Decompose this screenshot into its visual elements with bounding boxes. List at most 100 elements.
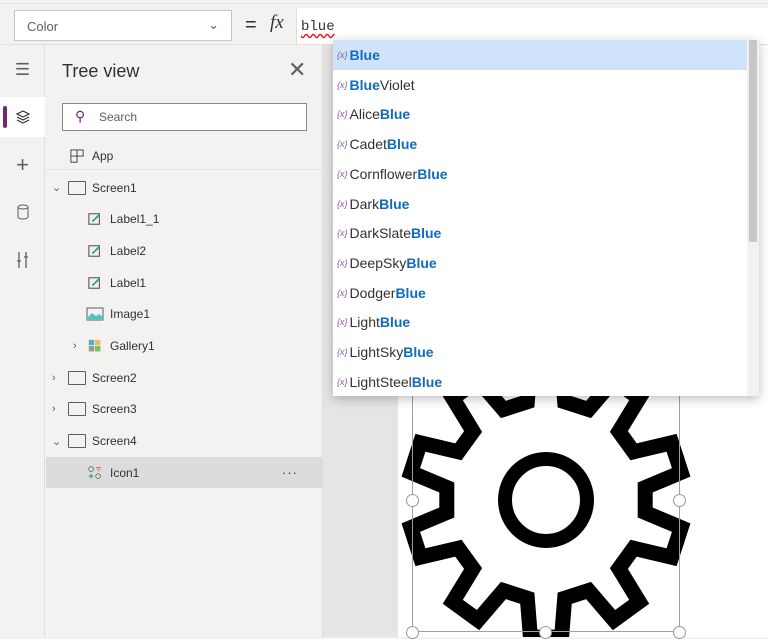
tree-node-label: Screen4 <box>92 434 137 449</box>
variable-icon: {x} <box>337 198 348 209</box>
autocomplete-option[interactable]: {x} Blue Violet <box>333 70 747 100</box>
tree-node-screen2[interactable]: › Screen2 <box>46 362 323 393</box>
chevron-right-icon[interactable]: › <box>52 403 56 415</box>
option-match: Blue <box>417 165 448 182</box>
option-match: Blue <box>410 225 442 242</box>
tree-node-label: Screen3 <box>92 402 137 417</box>
formula-bar: Color ⌄ = fx blue <box>0 4 768 45</box>
variable-icon: {x} <box>337 109 348 120</box>
option-match: Blue <box>379 106 411 123</box>
option-prefix: DarkSlate <box>349 225 411 242</box>
chevron-down-icon: ⌄ <box>208 17 219 32</box>
option-prefix: LightSteel <box>349 373 412 390</box>
database-icon[interactable] <box>0 192 45 232</box>
tools-icon[interactable] <box>0 240 45 280</box>
hamburger-icon[interactable]: ☰ <box>0 50 45 90</box>
tree-node-icon1[interactable]: Icon1 ··· <box>46 457 323 489</box>
variable-icon: {x} <box>337 139 348 150</box>
add-icon[interactable]: + <box>0 145 45 185</box>
tree-node-screen4[interactable]: ⌄ Screen4 <box>46 426 323 457</box>
search-input[interactable]: ⚲ Search <box>62 103 307 131</box>
tree-node-label1_1[interactable]: Label1_1 <box>46 204 323 235</box>
option-prefix: DeepSky <box>349 254 407 271</box>
layers-icon[interactable] <box>0 97 45 137</box>
option-prefix: LightSky <box>349 344 404 360</box>
label-icon <box>88 276 100 289</box>
tree-node-image1[interactable]: Image1 <box>46 299 323 330</box>
option-prefix: Alice <box>349 106 380 123</box>
selection-box[interactable] <box>412 380 680 632</box>
fx-icon[interactable]: fx <box>270 12 284 34</box>
autocomplete-option[interactable]: {x} LightSteel Blue <box>333 367 747 396</box>
variable-icon: {x} <box>337 168 348 179</box>
search-placeholder: Search <box>99 110 138 124</box>
tree-node-screen3[interactable]: › Screen3 <box>46 394 323 425</box>
equals-sign: = <box>245 14 257 36</box>
app-icon <box>70 148 84 163</box>
autocomplete-option[interactable]: {x} Blue <box>333 40 747 70</box>
chevron-right-icon[interactable]: › <box>52 372 56 384</box>
resize-handle[interactable] <box>406 494 419 507</box>
screen-icon <box>68 180 86 195</box>
autocomplete-option[interactable]: {x} DeepSky Blue <box>333 248 747 278</box>
option-prefix: Cadet <box>349 136 387 153</box>
autocomplete-option[interactable]: {x} DarkSlate Blue <box>333 218 747 248</box>
tree-node-gallery1[interactable]: › Gallery1 <box>46 331 323 362</box>
formula-input[interactable]: blue <box>296 8 768 44</box>
formula-text: blue <box>301 19 335 35</box>
option-suffix: Violet <box>379 76 415 93</box>
resize-handle[interactable] <box>539 626 552 639</box>
variable-icon: {x} <box>337 347 348 357</box>
option-match: Blue <box>395 284 426 301</box>
tree-view-panel: Tree view ✕ ⚲ Search App ⌄ Screen1 Label1_1 L… <box>46 45 323 637</box>
autocomplete-option[interactable]: {x} Dodger Blue <box>333 278 747 308</box>
tree-node-label: App <box>92 148 114 163</box>
tree-view-title: Tree view <box>62 61 140 81</box>
variable-icon: {x} <box>337 257 348 268</box>
option-match: Blue <box>349 76 380 93</box>
tree-node-label1[interactable]: Label1 <box>46 267 323 298</box>
autocomplete-option[interactable]: {x} LightSky Blue <box>333 337 747 367</box>
left-rail: ☰ + <box>0 45 45 637</box>
variable-icon: {x} <box>337 317 348 328</box>
autocomplete-option[interactable]: {x} Dark Blue <box>333 189 747 219</box>
tree-node-label2[interactable]: Label2 <box>46 235 323 266</box>
tree-node-label: Label1 <box>110 275 147 290</box>
resize-handle[interactable] <box>673 494 686 507</box>
tree-node-app[interactable]: App <box>46 140 323 171</box>
more-options-icon[interactable]: ··· <box>282 465 298 480</box>
chevron-down-icon[interactable]: ⌄ <box>52 435 61 448</box>
resize-handle[interactable] <box>406 626 419 639</box>
option-match: Blue <box>403 344 434 360</box>
autocomplete-option[interactable]: {x} Light Blue <box>333 307 747 337</box>
chevron-down-icon[interactable]: ⌄ <box>52 181 61 194</box>
variable-icon: {x} <box>337 376 348 387</box>
tree-node-label: Icon1 <box>110 465 140 480</box>
tree-node-screen1[interactable]: ⌄ Screen1 <box>46 172 323 203</box>
option-prefix: Light <box>349 314 380 331</box>
resize-handle[interactable] <box>673 626 686 639</box>
property-value: Color <box>27 19 59 34</box>
variable-icon: {x} <box>337 79 348 90</box>
close-icon[interactable]: ✕ <box>288 57 306 83</box>
screen-icon <box>68 402 86 417</box>
variable-icon: {x} <box>337 287 348 298</box>
autocomplete-option[interactable]: {x} Cadet Blue <box>333 129 747 159</box>
chevron-right-icon[interactable]: › <box>73 340 77 352</box>
label-icon <box>88 245 100 257</box>
option-prefix: Dark <box>349 195 380 212</box>
option-match: Blue <box>406 254 437 271</box>
option-match: Blue <box>411 373 443 390</box>
tree-node-label: Screen2 <box>92 370 137 385</box>
screen-icon <box>68 434 86 449</box>
option-match: Blue <box>379 195 410 212</box>
tree-node-label: Gallery1 <box>110 339 155 353</box>
autocomplete-option[interactable]: {x} Cornflower Blue <box>333 159 747 189</box>
scrollbar-thumb[interactable] <box>749 40 757 242</box>
icon-control-icon <box>88 466 102 479</box>
label-icon <box>88 213 100 226</box>
autocomplete-option[interactable]: {x} Alice Blue <box>333 99 747 129</box>
option-prefix: Cornflower <box>349 165 418 182</box>
variable-icon: {x} <box>337 228 348 239</box>
property-dropdown[interactable]: Color ⌄ <box>14 10 232 41</box>
